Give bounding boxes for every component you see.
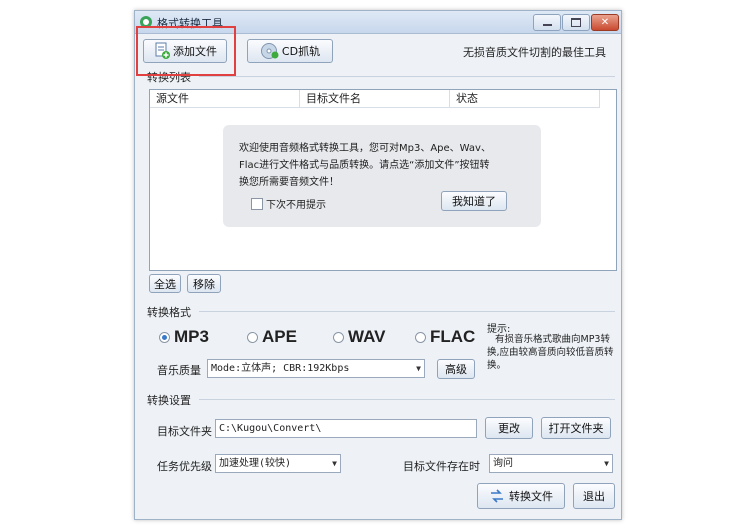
- radio-circle: [333, 331, 344, 343]
- chevron-down-icon: ▼: [332, 459, 337, 468]
- radio-flac-label: FLAC: [430, 327, 476, 346]
- slogan-text: 无损音质文件切割的最佳工具: [463, 46, 606, 59]
- open-folder-button[interactable]: 打开文件夹: [541, 417, 611, 439]
- file-exists-value: 询问: [493, 458, 513, 469]
- priority-label: 任务优先级: [157, 460, 212, 473]
- chevron-down-icon: ▼: [416, 364, 421, 373]
- radio-ape[interactable]: APE: [247, 327, 297, 347]
- minimize-button[interactable]: [533, 14, 561, 31]
- convert-label: 转换文件: [509, 490, 553, 503]
- welcome-line-3: 换您所需要音频文件！: [239, 177, 339, 188]
- target-folder-label: 目标文件夹: [157, 425, 212, 438]
- quality-label: 音乐质量: [157, 364, 201, 377]
- column-header-status[interactable]: 状态: [450, 90, 600, 108]
- radio-wav[interactable]: WAV: [333, 327, 385, 347]
- cd-rip-button[interactable]: CD抓轨: [247, 39, 333, 63]
- close-button[interactable]: ✕: [591, 14, 619, 31]
- select-all-button[interactable]: 全选: [149, 274, 181, 293]
- dont-show-label: 下次不用提示: [266, 200, 326, 211]
- tip-body: 有损音乐格式歌曲向MP3转换,应由较高音质向较低音质转换。: [487, 334, 614, 371]
- quality-select[interactable]: Mode:立体声; CBR:192Kbps ▼: [207, 359, 425, 378]
- radio-wav-label: WAV: [348, 327, 386, 346]
- divider: [199, 399, 615, 400]
- radio-circle: [159, 331, 170, 343]
- column-header-target[interactable]: 目标文件名: [300, 90, 450, 108]
- change-button[interactable]: 更改: [485, 417, 533, 439]
- got-it-button[interactable]: 我知道了: [441, 191, 507, 211]
- minimize-icon: [542, 24, 552, 26]
- radio-selected-dot: [162, 334, 167, 340]
- checkbox-box: [251, 197, 263, 210]
- file-exists-select[interactable]: 询问 ▼: [489, 454, 613, 473]
- converter-window: 格式转换工具 ✕ 添加文件 CD抓轨 无损音质文件切割的最佳工具 转换列表 源文…: [134, 10, 622, 520]
- close-icon: ✕: [600, 17, 610, 28]
- radio-mp3[interactable]: MP3: [159, 327, 209, 347]
- welcome-line-2: Flac进行文件格式与品质转换。请点选“添加文件”按钮转: [239, 160, 490, 171]
- priority-select[interactable]: 加速处理(较快) ▼: [215, 454, 341, 473]
- maximize-icon: [571, 18, 581, 27]
- highlight-frame: [136, 26, 236, 76]
- priority-value: 加速处理(较快): [219, 458, 292, 469]
- divider: [199, 311, 615, 312]
- radio-ape-label: APE: [262, 327, 297, 346]
- remove-button[interactable]: 移除: [187, 274, 221, 293]
- target-folder-input[interactable]: C:\Kugou\Convert\: [215, 419, 477, 438]
- settings-label: 转换设置: [147, 394, 191, 407]
- cd-disc-icon: [260, 43, 279, 59]
- radio-circle: [415, 331, 426, 343]
- radio-mp3-label: MP3: [174, 327, 209, 346]
- maximize-button[interactable]: [562, 14, 590, 31]
- convert-button[interactable]: 转换文件: [477, 483, 565, 509]
- convert-icon: [491, 489, 503, 503]
- format-label: 转换格式: [147, 306, 191, 319]
- column-header-source[interactable]: 源文件: [150, 90, 300, 108]
- divider: [199, 76, 615, 77]
- exit-button[interactable]: 退出: [573, 483, 615, 509]
- advanced-button[interactable]: 高级: [437, 359, 475, 379]
- cd-rip-label: CD抓轨: [281, 45, 321, 58]
- radio-circle: [247, 331, 258, 343]
- welcome-line-1: 欢迎使用音频格式转换工具，您可对Mp3、Ape、Wav、: [239, 143, 491, 154]
- file-exists-label: 目标文件存在时: [403, 460, 480, 473]
- welcome-popup: 欢迎使用音频格式转换工具，您可对Mp3、Ape、Wav、 Flac进行文件格式与…: [223, 125, 541, 227]
- quality-value: Mode:立体声; CBR:192Kbps: [211, 363, 350, 374]
- chevron-down-icon: ▼: [604, 459, 609, 468]
- radio-flac[interactable]: FLAC: [415, 327, 475, 347]
- dont-show-checkbox[interactable]: 下次不用提示: [251, 196, 326, 211]
